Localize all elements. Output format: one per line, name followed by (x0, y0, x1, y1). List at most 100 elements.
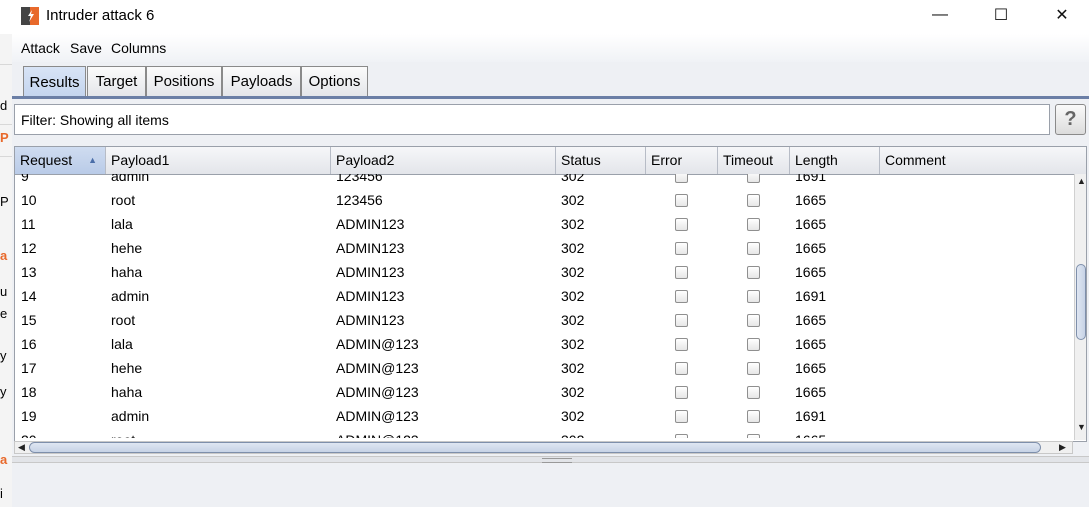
cell-payload2: ADMIN@123 (336, 336, 419, 352)
cell-request: 14 (21, 288, 37, 304)
column-header-payload1[interactable]: Payload1 (106, 147, 331, 174)
table-row[interactable]: 20 root ADMIN@123 302 1665 (15, 428, 1073, 438)
table-row[interactable]: 14 admin ADMIN123 302 1691 (15, 284, 1073, 308)
error-checkbox[interactable] (675, 174, 688, 183)
table-row[interactable]: 9 admin 123456 302 1691 (15, 174, 1073, 188)
cell-payload2: ADMIN123 (336, 216, 405, 232)
tab-positions[interactable]: Positions (146, 66, 222, 96)
column-header-length[interactable]: Length (790, 147, 880, 174)
vertical-scrollbar[interactable]: ▲ ▼ (1074, 174, 1086, 440)
cell-request: 17 (21, 360, 37, 376)
timeout-checkbox[interactable] (747, 410, 760, 423)
column-header-request[interactable]: Request ▲ (15, 147, 106, 174)
error-checkbox[interactable] (675, 338, 688, 351)
column-header-comment[interactable]: Comment (880, 147, 1086, 174)
error-checkbox[interactable] (675, 194, 688, 207)
timeout-checkbox[interactable] (747, 242, 760, 255)
error-checkbox[interactable] (675, 434, 688, 438)
filter-bar[interactable]: Filter: Showing all items (14, 104, 1050, 135)
cell-request: 10 (21, 192, 37, 208)
timeout-checkbox[interactable] (747, 174, 760, 183)
timeout-checkbox[interactable] (747, 290, 760, 303)
cell-status: 302 (561, 174, 585, 184)
table-row[interactable]: 15 root ADMIN123 302 1665 (15, 308, 1073, 332)
menu-columns[interactable]: Columns (111, 40, 166, 56)
column-header-error[interactable]: Error (646, 147, 718, 174)
cell-status: 302 (561, 216, 585, 232)
scroll-up-icon[interactable]: ▲ (1077, 176, 1086, 186)
scroll-left-icon[interactable]: ◀ (18, 442, 25, 453)
error-checkbox[interactable] (675, 266, 688, 279)
results-table: Request ▲ Payload1 Payload2 Status Error… (14, 146, 1087, 442)
cell-status: 302 (561, 408, 585, 424)
cell-length: 1665 (795, 360, 827, 376)
error-checkbox[interactable] (675, 314, 688, 327)
tab-payloads[interactable]: Payloads (222, 66, 301, 96)
cell-length: 1665 (795, 384, 827, 400)
help-button[interactable]: ? (1055, 104, 1086, 135)
lower-pane (12, 463, 1089, 507)
pane-splitter[interactable] (12, 456, 1089, 463)
cell-length: 1665 (795, 264, 827, 280)
table-row[interactable]: 12 hehe ADMIN123 302 1665 (15, 236, 1073, 260)
menu-bar: Attack Save Columns (12, 34, 1089, 62)
close-button[interactable]: ✕ (1039, 0, 1085, 30)
timeout-checkbox[interactable] (747, 338, 760, 351)
table-row[interactable]: 11 lala ADMIN123 302 1665 (15, 212, 1073, 236)
table-row[interactable]: 10 root 123456 302 1665 (15, 188, 1073, 212)
scroll-down-icon[interactable]: ▼ (1077, 422, 1086, 432)
cell-request: 20 (21, 432, 37, 438)
error-checkbox[interactable] (675, 290, 688, 303)
cell-payload2: ADMIN@123 (336, 432, 419, 438)
error-checkbox[interactable] (675, 218, 688, 231)
maximize-button[interactable]: ☐ (978, 0, 1024, 30)
cell-length: 1665 (795, 192, 827, 208)
maximize-icon: ☐ (993, 7, 1009, 24)
error-checkbox[interactable] (675, 362, 688, 375)
help-icon: ? (1064, 108, 1077, 130)
timeout-checkbox[interactable] (747, 194, 760, 207)
cell-payload1: admin (111, 288, 150, 304)
timeout-checkbox[interactable] (747, 386, 760, 399)
cell-request: 13 (21, 264, 37, 280)
cell-payload1: hehe (111, 240, 143, 256)
cell-payload1: haha (111, 384, 143, 400)
table-row[interactable]: 17 hehe ADMIN@123 302 1665 (15, 356, 1073, 380)
tab-target[interactable]: Target (87, 66, 146, 96)
error-checkbox[interactable] (675, 386, 688, 399)
table-body: 9 admin 123456 302 1691 10 root 123456 302 1665 11… (15, 174, 1073, 438)
scroll-right-icon[interactable]: ▶ (1059, 442, 1066, 453)
tab-options[interactable]: Options (301, 66, 368, 96)
table-row[interactable]: 19 admin ADMIN@123 302 1691 (15, 404, 1073, 428)
error-checkbox[interactable] (675, 242, 688, 255)
cell-payload1: admin (111, 174, 150, 184)
timeout-checkbox[interactable] (747, 218, 760, 231)
window-title: Intruder attack 6 (46, 7, 155, 24)
column-header-status[interactable]: Status (556, 147, 646, 174)
cell-payload1: root (111, 432, 135, 438)
table-row[interactable]: 16 lala ADMIN@123 302 1665 (15, 332, 1073, 356)
timeout-checkbox[interactable] (747, 266, 760, 279)
cell-request: 19 (21, 408, 37, 424)
cell-length: 1665 (795, 312, 827, 328)
horizontal-scrollbar[interactable]: ◀ ▶ (14, 441, 1073, 454)
minimize-button[interactable]: — (917, 0, 963, 30)
menu-attack[interactable]: Attack (21, 40, 60, 56)
menu-save[interactable]: Save (70, 40, 102, 56)
timeout-checkbox[interactable] (747, 434, 760, 438)
table-row[interactable]: 13 haha ADMIN123 302 1665 (15, 260, 1073, 284)
timeout-checkbox[interactable] (747, 362, 760, 375)
horizontal-scroll-thumb[interactable] (29, 442, 1041, 453)
timeout-checkbox[interactable] (747, 314, 760, 327)
cell-status: 302 (561, 336, 585, 352)
sort-ascending-icon: ▲ (88, 155, 97, 165)
cell-length: 1665 (795, 336, 827, 352)
vertical-scroll-thumb[interactable] (1076, 264, 1086, 340)
cell-payload1: admin (111, 408, 150, 424)
error-checkbox[interactable] (675, 410, 688, 423)
column-header-payload2[interactable]: Payload2 (331, 147, 556, 174)
table-row[interactable]: 18 haha ADMIN@123 302 1665 (15, 380, 1073, 404)
tab-results[interactable]: Results (23, 66, 86, 98)
cell-length: 1665 (795, 432, 826, 438)
column-header-timeout[interactable]: Timeout (718, 147, 790, 174)
